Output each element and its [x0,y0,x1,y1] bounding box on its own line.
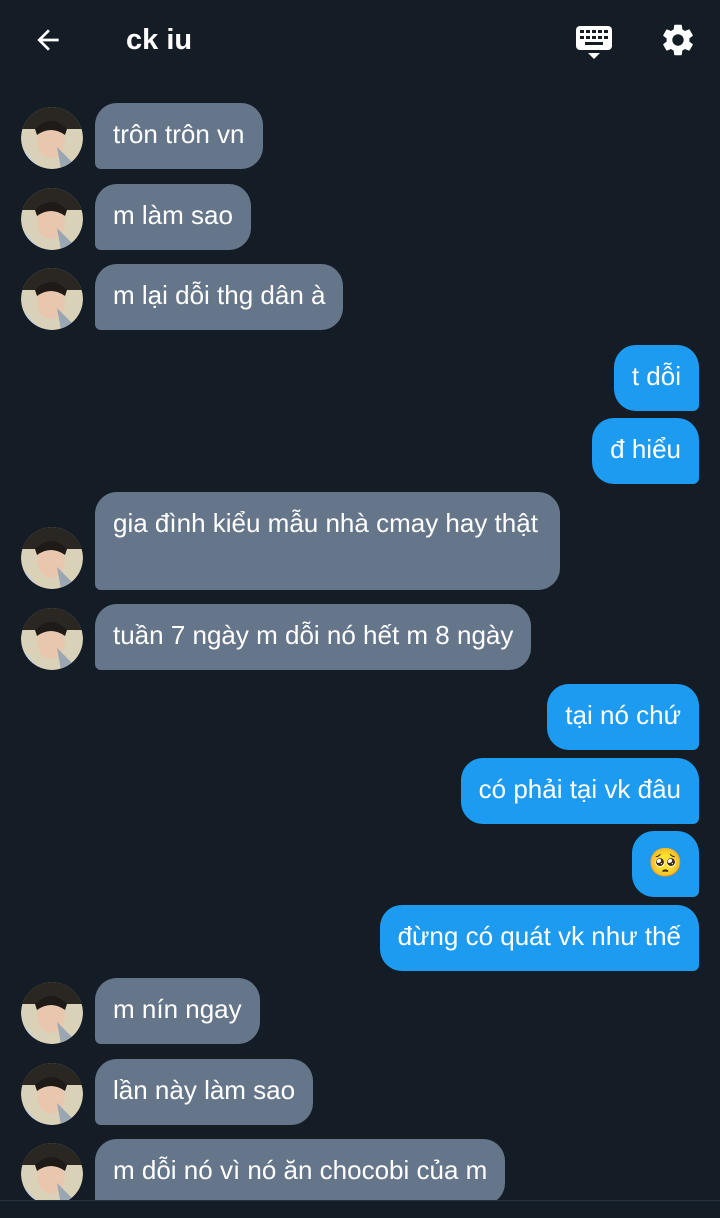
bottom-divider [0,1200,720,1218]
message-bubble-outgoing[interactable]: có phải tại vk đâu [460,758,699,824]
gear-icon [663,24,693,56]
message-bubble-outgoing[interactable]: tại nó chứ [547,684,699,750]
message-bubble-incoming[interactable]: lần này làm sao [95,1059,314,1125]
conversation-title: ck iu [126,24,193,56]
message-bubble-incoming[interactable]: tuần 7 ngày m dỗi nó hết m 8 ngày [95,604,532,670]
message-bubble-incoming[interactable]: m nín ngay [95,978,260,1044]
message-bubble-incoming[interactable]: gia đình kiểu mẫu nhà cmay hay thật [95,492,560,590]
back-button[interactable] [26,20,70,60]
top-bar: ck iu [0,0,720,80]
message-bubble-incoming[interactable]: m làm sao [95,184,251,250]
message-bubble-incoming[interactable]: m dỗi nó vì nó ăn chocobi của m [95,1139,506,1205]
settings-button[interactable] [656,18,700,62]
message-bubble-outgoing[interactable]: đ hiểu [592,418,699,484]
avatar[interactable] [21,188,83,250]
message-bubble-outgoing[interactable]: 🥺 [632,831,699,897]
avatar[interactable] [21,107,83,169]
message-bubble-outgoing[interactable]: đừng có quát vk như thế [379,905,699,971]
keyboard-button[interactable] [572,20,616,64]
message-bubble-outgoing[interactable]: t dỗi [613,345,699,411]
avatar[interactable] [21,608,83,670]
avatar[interactable] [21,1143,83,1205]
message-bubble-incoming[interactable]: trôn trôn vn [95,103,263,169]
avatar[interactable] [21,1063,83,1125]
avatar[interactable] [21,982,83,1044]
avatar[interactable] [21,527,83,589]
avatar[interactable] [21,268,83,330]
arrow-left-icon [37,29,59,51]
chat-screen: ck iu trôn trôn vn m làm sao m lại dỗi t… [0,0,720,1218]
keyboard-icon [576,26,612,59]
message-bubble-incoming[interactable]: m lại dỗi thg dân à [95,264,344,330]
